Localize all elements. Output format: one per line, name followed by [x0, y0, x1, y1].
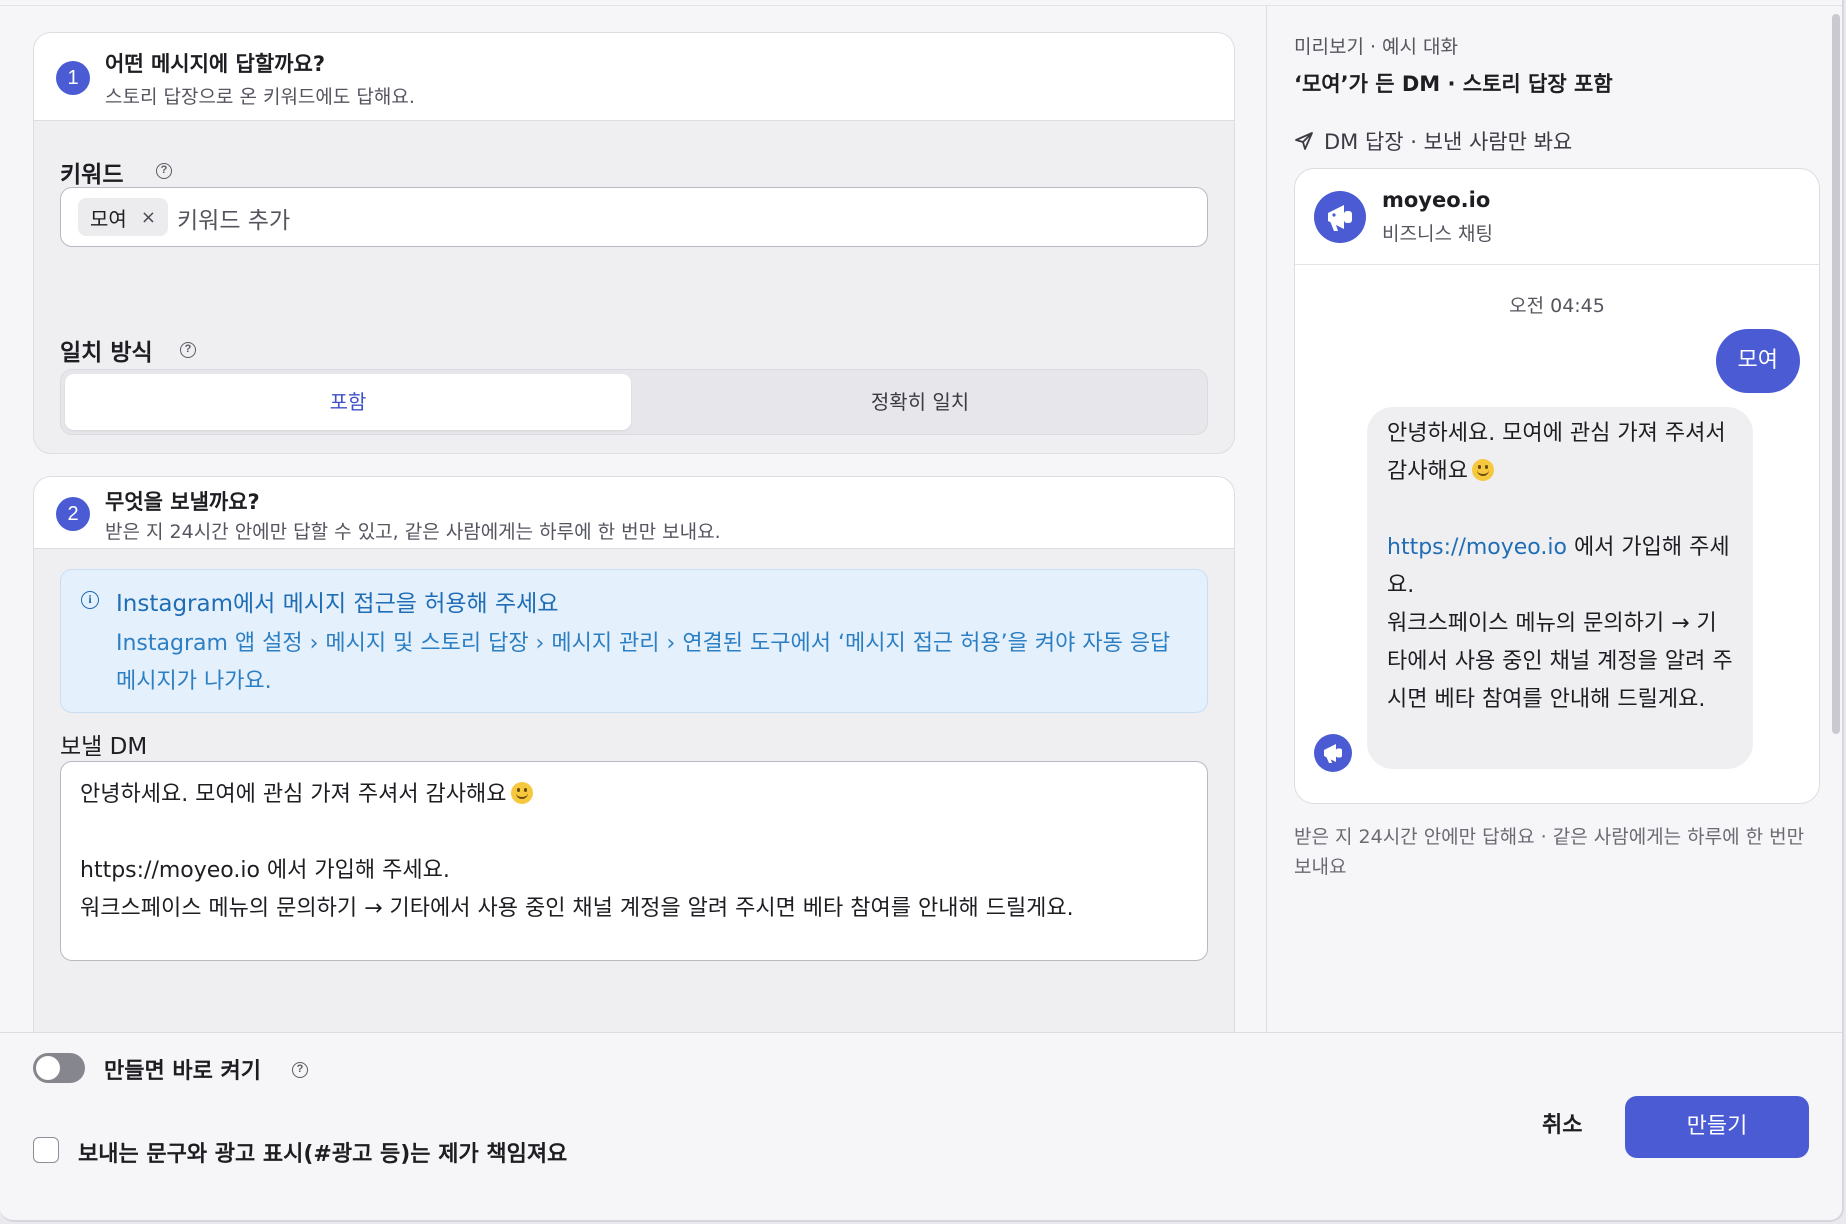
step2-header: 2 무엇을 보낼까요? 받은 지 24시간 안에만 답할 수 있고, 같은 사람…: [34, 477, 1234, 549]
auto-reply-bubble: 안녕하세요. 모여에 관심 가져 주셔서 감사해요 https://moyeo.…: [1367, 407, 1753, 769]
dm-text-line3: 워크스페이스 메뉴의 문의하기 → 기타에서 사용 중인 채널 계정을 알려 주…: [80, 896, 1074, 921]
dm-message-textarea[interactable]: 안녕하세요. 모여에 관심 가져 주셔서 감사해요 https://moyeo.…: [60, 761, 1208, 961]
modal-footer: 만들면 바로 켜기 ? 보내는 문구와 광고 표시(#광고 등)는 제가 책임져…: [0, 1032, 1842, 1220]
dm-label: 보낼 DM: [60, 734, 148, 760]
keyword-placeholder[interactable]: 키워드 추가: [177, 201, 290, 235]
toggle-knob: [36, 1056, 60, 1080]
reply-link[interactable]: https://moyeo.io: [1387, 535, 1567, 560]
match-option-exact[interactable]: 정확히 일치: [637, 374, 1203, 430]
dm-text-line1: 안녕하세요. 모여에 관심 가져 주셔서 감사해요: [80, 782, 507, 807]
auto-enable-label: 만들면 바로 켜기: [104, 1059, 261, 1084]
responsibility-checkbox[interactable]: [33, 1137, 59, 1163]
cancel-button[interactable]: 취소: [1518, 1095, 1606, 1157]
dm-visibility-note: DM 답장 · 보낸 사람만 봐요: [1294, 126, 1572, 156]
responsibility-label[interactable]: 보내는 문구와 광고 표시(#광고 등)는 제가 책임져요: [78, 1136, 567, 1168]
account-name: moyeo.io: [1382, 188, 1491, 212]
smiley-emoji-icon: [510, 782, 533, 804]
incoming-message-bubble: 모여: [1715, 329, 1800, 393]
step1-card: 1 어떤 메시지에 답할까요? 스토리 답장으로 온 키워드에도 답해요. 키워…: [33, 32, 1235, 454]
step2-title: 무엇을 보낼까요?: [105, 490, 260, 514]
account-subtitle: 비즈니스 채팅: [1382, 223, 1493, 245]
instagram-permission-notice: i Instagram에서 메시지 접근을 허용해 주세요 Instagram …: [60, 569, 1208, 713]
preview-column: 미리보기 · 예시 대화 ‘모여’가 든 DM · 스토리 답장 포함 DM 답…: [1266, 6, 1842, 1032]
preview-footnote: 받은 지 24시간 안에만 답해요 · 같은 사람에게는 하루에 한 번만 보내…: [1294, 826, 1805, 878]
dm-text-line2: https://moyeo.io 에서 가입해 주세요.: [80, 858, 450, 883]
match-option-contains[interactable]: 포함: [65, 374, 631, 430]
send-icon: [1295, 132, 1313, 150]
smiley-emoji-icon: [1471, 459, 1494, 481]
reply-text-part2: 에서 가입해 주세요. 워크스페이스 메뉴의 문의하기 → 기타에서 사용 중인…: [1387, 535, 1733, 712]
step2-subtitle: 받은 지 24시간 안에만 답할 수 있고, 같은 사람에게는 하루에 한 번만…: [105, 521, 721, 543]
auto-enable-toggle[interactable]: [33, 1053, 85, 1083]
step1-header: 1 어떤 메시지에 답할까요? 스토리 답장으로 온 키워드에도 답해요.: [34, 33, 1234, 121]
step2-card: 2 무엇을 보낼까요? 받은 지 24시간 안에만 답할 수 있고, 같은 사람…: [33, 476, 1235, 1032]
form-column[interactable]: 1 어떤 메시지에 답할까요? 스토리 답장으로 온 키워드에도 답해요. 키워…: [0, 6, 1266, 1032]
keyword-chip-remove-icon[interactable]: ×: [141, 207, 156, 228]
keyword-chip: 모여 ×: [78, 198, 168, 236]
keyword-help-icon[interactable]: ?: [156, 163, 172, 179]
step1-subtitle: 스토리 답장으로 온 키워드에도 답해요.: [105, 86, 415, 108]
match-mode-segmented-control: 포함 정확히 일치: [60, 369, 1208, 435]
notice-body: Instagram 앱 설정 › 메시지 및 스토리 답장 › 메시지 관리 ›…: [116, 631, 1171, 694]
match-mode-label: 일치 방식: [60, 340, 153, 366]
step1-number-badge: 1: [56, 61, 90, 95]
chat-preview: moyeo.io 비즈니스 채팅 오전 04:45 모여 안녕하세요. 모여에 …: [1294, 168, 1820, 804]
keyword-chip-label: 모여: [90, 206, 127, 231]
preview-caption: 미리보기 · 예시 대화: [1294, 36, 1458, 58]
message-timestamp: 오전 04:45: [1509, 295, 1605, 317]
create-automation-modal: 1 어떤 메시지에 답할까요? 스토리 답장으로 온 키워드에도 답해요. 키워…: [0, 0, 1844, 1222]
step2-number-badge: 2: [56, 497, 90, 531]
chat-header: moyeo.io 비즈니스 채팅: [1295, 169, 1819, 265]
step1-title: 어떤 메시지에 답할까요?: [105, 52, 326, 76]
notice-title: Instagram에서 메시지 접근을 허용해 주세요: [116, 591, 559, 617]
auto-enable-help-icon[interactable]: ?: [292, 1062, 308, 1078]
keyword-label: 키워드: [60, 162, 124, 188]
megaphone-avatar-icon: [1314, 734, 1352, 772]
reply-text-part1: 안녕하세요. 모여에 관심 가져 주셔서 감사해요: [1387, 421, 1733, 484]
dm-note-text: DM 답장 · 보낸 사람만 봐요: [1324, 130, 1573, 154]
create-button[interactable]: 만들기: [1625, 1096, 1809, 1158]
preview-title: ‘모여’가 든 DM · 스토리 답장 포함: [1294, 72, 1613, 96]
preview-scrollbar[interactable]: [1832, 14, 1840, 734]
keyword-input[interactable]: 모여 × 키워드 추가: [60, 187, 1208, 247]
info-circle-icon: i: [81, 591, 99, 609]
megaphone-avatar-icon: [1314, 191, 1366, 243]
match-mode-help-icon[interactable]: ?: [180, 342, 196, 358]
